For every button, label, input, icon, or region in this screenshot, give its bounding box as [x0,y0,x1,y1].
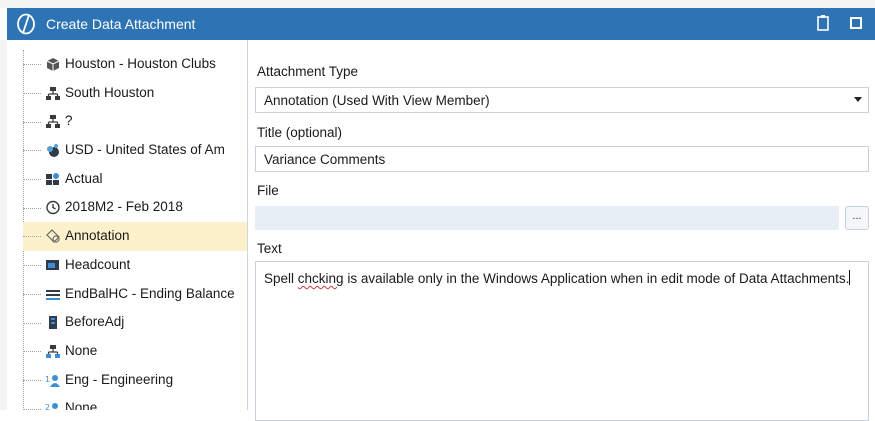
title-value: Variance Comments [264,152,386,167]
tree-item-actual[interactable]: Actual [23,165,247,194]
tree-item-none-ud2[interactable]: 2 None [23,394,247,410]
browse-file-button[interactable]: ... [845,206,869,230]
clock-icon [46,201,60,215]
window-top-strip [0,0,875,8]
tree-item-headcount[interactable]: Headcount [23,251,247,280]
window-left-edge [0,40,7,410]
tree-item-none-ic[interactable]: None [23,337,247,366]
scenario-icon [46,172,59,185]
ud1-icon: 1 [45,374,60,387]
tree-item-2018m2[interactable]: 2018M2 - Feb 2018 [23,193,247,222]
tree-item-label: EndBalHC - Ending Balance [65,285,235,301]
tree-item-south-houston[interactable]: South Houston [23,79,247,108]
flow-icon [46,289,60,300]
tree-item-beforeadj[interactable]: BeforeAdj [23,308,247,337]
tree-item-eng[interactable]: 1 Eng - Engineering [23,366,247,395]
tree-item-label: Houston - Houston Clubs [65,56,216,71]
org-chart-icon [46,115,60,129]
tree-item-endbalhc[interactable]: EndBalHC - Ending Balance [23,280,247,309]
title-input[interactable]: Variance Comments [255,146,869,172]
maximize-icon[interactable] [849,14,867,34]
attachment-type-label: Attachment Type [257,64,359,79]
origin-icon [49,316,57,330]
tree-item-houston[interactable]: Houston - Houston Clubs [23,50,247,79]
text-part-2: is available only in the Windows Applica… [343,271,850,286]
tree-item-label: None [65,400,98,410]
onestream-logo-icon [17,13,35,35]
tree-item-label: 2018M2 - Feb 2018 [65,199,183,215]
dropdown-caret-icon [854,97,862,102]
text-input[interactable]: Spell chcking is available only in the W… [255,261,869,421]
tree-item-label: None [65,342,98,358]
tree-item-label: Headcount [65,256,131,272]
pov-tree: Houston - Houston Clubs South Houston ? … [23,50,247,410]
account-icon [46,259,59,270]
title-bar: Create Data Attachment [7,8,875,40]
tree-item-label: USD - United States of Am [65,142,225,158]
title-label: Title (optional) [257,125,343,140]
view-icon [46,229,60,243]
file-path-input[interactable] [255,206,839,230]
tree-item-usd[interactable]: USD - United States of Am [23,136,247,165]
currency-icon [47,144,59,158]
attachment-type-select[interactable]: Annotation (Used With View Member) [255,87,869,113]
cube-icon [46,58,60,71]
attachment-form: Attachment Type Annotation (Used With Vi… [248,40,875,421]
attachment-type-value: Annotation (Used With View Member) [264,93,490,108]
ud2-icon: 2 [45,403,58,410]
tree-item-annotation[interactable]: Annotation [23,222,247,251]
tree-item-label: BeforeAdj [65,314,125,330]
text-label: Text [257,241,282,256]
tree-item-label: Annotation [65,228,130,244]
svg-text:2: 2 [45,403,50,410]
tree-item-label: Eng - Engineering [65,371,174,387]
svg-text:1: 1 [45,375,50,384]
tree-item-label: South Houston [65,84,155,100]
tree-item-label: Actual [65,170,103,186]
text-part-1: Spell [264,271,298,286]
pov-tree-panel: Houston - Houston Clubs South Houston ? … [7,40,248,410]
tree-item-label: ? [65,113,73,129]
text-cursor [849,270,851,285]
org-chart-icon [46,86,60,100]
clipboard-icon[interactable] [816,14,834,34]
file-label: File [257,183,279,198]
misspelled-word: chcking [297,271,344,286]
tree-item-question[interactable]: ? [23,107,247,136]
window-title: Create Data Attachment [46,16,196,32]
ic-icon [46,344,60,358]
